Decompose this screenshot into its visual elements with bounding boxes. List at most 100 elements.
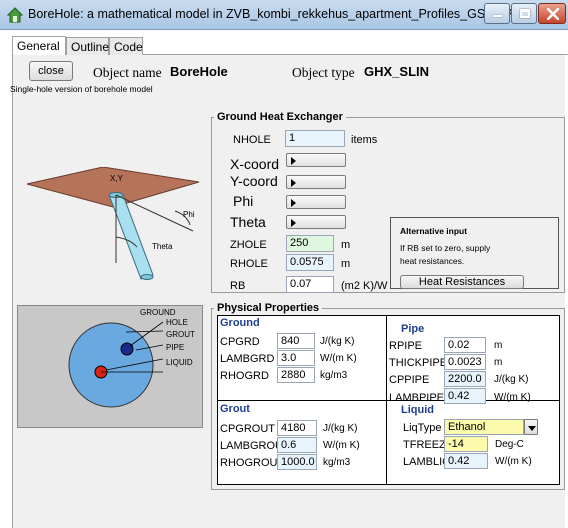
tab-general[interactable]: General bbox=[12, 36, 66, 55]
cpgrout-unit: J/(kg K) bbox=[323, 423, 358, 434]
cpgrd-label: CPGRD bbox=[220, 336, 260, 348]
maximize-icon bbox=[520, 9, 530, 18]
close-x-icon bbox=[547, 8, 559, 20]
close-button[interactable]: close bbox=[29, 61, 73, 81]
zhole-unit: m bbox=[341, 239, 351, 251]
general-panel: close Object name BoreHole Object type G… bbox=[10, 55, 565, 528]
borehole-illustration: X,Y Phi Theta bbox=[26, 167, 200, 280]
alt-input-title: Alternative input bbox=[400, 226, 468, 236]
rhogrout-field[interactable]: 1000.0 bbox=[277, 454, 317, 470]
rpipe-field[interactable]: 0.02 bbox=[444, 337, 486, 353]
maximize-button[interactable] bbox=[511, 3, 537, 24]
xcoord-label: X-coord bbox=[230, 156, 280, 172]
cpgrout-label: CPGROUT bbox=[220, 423, 275, 435]
lambgrd-field[interactable]: 3.0 bbox=[277, 350, 315, 366]
cpgrd-field[interactable]: 840 bbox=[277, 333, 315, 349]
hole-label: HOLE bbox=[166, 318, 188, 327]
rhole-unit: m bbox=[341, 258, 351, 270]
liquid-label: LIQUID bbox=[166, 358, 193, 367]
object-type-value: GHX_SLIN bbox=[364, 64, 430, 79]
cpgrd-unit: J/(kg K) bbox=[320, 336, 355, 347]
app-house-icon bbox=[7, 7, 23, 23]
liquid-title: Liquid bbox=[401, 404, 434, 416]
title-bar[interactable]: BoreHole: a mathematical model in ZVB_ko… bbox=[0, 0, 568, 30]
cross-section-diagram: GROUND HOLE GROUT PIPE LIQUID bbox=[17, 305, 203, 428]
rhole-field[interactable]: 0.0575 bbox=[286, 254, 334, 271]
zhole-field[interactable]: 250 bbox=[286, 235, 334, 252]
alt-input-text-2: heat resistances. bbox=[400, 256, 465, 266]
alt-input-text-1: If RB set to zero, supply bbox=[400, 243, 491, 253]
ghx-group-title: Ground Heat Exchanger bbox=[214, 111, 346, 123]
minimize-icon bbox=[493, 15, 502, 17]
theta-angle-label: Theta bbox=[152, 242, 173, 251]
play-arrow-icon bbox=[291, 157, 296, 165]
rb-unit: (m2 K)/W bbox=[341, 280, 388, 292]
rhogrout-unit: kg/m3 bbox=[323, 457, 351, 468]
rpipe-unit: m bbox=[494, 340, 503, 351]
rb-field[interactable]: 0.07 bbox=[286, 276, 334, 293]
rhole-label: RHOLE bbox=[230, 258, 268, 270]
liqtype-dropdown[interactable]: Ethanol bbox=[444, 419, 524, 435]
grout-title: Grout bbox=[220, 403, 250, 415]
play-arrow-icon bbox=[291, 219, 296, 227]
lambgrout-field[interactable]: 0.6 bbox=[277, 437, 317, 453]
liqtype-dropdown-button[interactable] bbox=[524, 419, 538, 435]
ycoord-label: Y-coord bbox=[230, 173, 278, 189]
tab-code[interactable]: Code bbox=[109, 37, 143, 55]
cppipe-field[interactable]: 2200.0 bbox=[444, 371, 486, 387]
object-name-value: BoreHole bbox=[170, 64, 228, 79]
window-close-button[interactable] bbox=[538, 3, 566, 24]
pipe-label: PIPE bbox=[166, 343, 185, 352]
rhogrd-unit: kg/m3 bbox=[320, 370, 348, 381]
cppipe-label: CPPIPE bbox=[389, 374, 430, 386]
object-type-label: Object type bbox=[292, 65, 355, 80]
theta-label: Theta bbox=[230, 214, 266, 230]
thickpipe-unit: m bbox=[494, 357, 503, 368]
window-title: BoreHole: a mathematical model in ZVB_ko… bbox=[28, 7, 533, 21]
tab-outline[interactable]: Outline bbox=[66, 37, 109, 55]
phi-selector[interactable] bbox=[286, 195, 346, 209]
nhole-label: NHOLE bbox=[233, 134, 271, 146]
lambpipe-unit: W/(m K) bbox=[494, 392, 531, 403]
liqtype-label: LiqType bbox=[403, 422, 442, 434]
ground-title: Ground bbox=[220, 317, 260, 329]
lambliq-unit: W/(m K) bbox=[495, 456, 532, 467]
lambpipe-label: LAMBPIPE bbox=[389, 392, 445, 404]
model-description: Single-hole version of borehole model bbox=[10, 84, 153, 94]
rpipe-label: RPIPE bbox=[389, 340, 423, 352]
nhole-unit: items bbox=[351, 134, 378, 146]
pipe-title: Pipe bbox=[401, 323, 425, 335]
zhole-label: ZHOLE bbox=[230, 239, 267, 251]
xcoord-selector[interactable] bbox=[286, 153, 346, 167]
chevron-down-icon bbox=[528, 426, 536, 431]
minimize-button[interactable] bbox=[484, 3, 510, 24]
thickpipe-label: THICKPIPE bbox=[389, 357, 448, 369]
tfreeze-field[interactable]: -14 bbox=[444, 436, 488, 452]
phi-angle-label: Phi bbox=[183, 210, 195, 219]
lambpipe-field[interactable]: 0.42 bbox=[444, 388, 486, 404]
rhogrd-field[interactable]: 2880 bbox=[277, 367, 315, 383]
tfreeze-unit: Deg-C bbox=[495, 439, 524, 450]
theta-selector[interactable] bbox=[286, 215, 346, 229]
lambgrd-label: LAMBGRD bbox=[220, 353, 275, 365]
xy-label: X,Y bbox=[110, 174, 124, 183]
tab-strip: General Outline Code bbox=[12, 36, 568, 55]
liqtype-value: Ethanol bbox=[448, 421, 486, 433]
ground-label: GROUND bbox=[140, 308, 176, 317]
phi-label: Phi bbox=[233, 193, 254, 209]
cpgrout-field[interactable]: 4180 bbox=[277, 420, 317, 436]
rhogrd-label: RHOGRD bbox=[220, 370, 269, 382]
physical-properties-title: Physical Properties bbox=[214, 302, 323, 314]
heat-resistances-button[interactable]: Heat Resistances bbox=[400, 275, 524, 289]
thickpipe-field[interactable]: 0.0023 bbox=[444, 354, 486, 370]
play-arrow-icon bbox=[291, 179, 296, 187]
ycoord-selector[interactable] bbox=[286, 175, 346, 189]
nhole-field[interactable]: 1 bbox=[285, 130, 345, 147]
lambgrout-unit: W/(m K) bbox=[323, 440, 360, 451]
rhogrout-label: RHOGROUT bbox=[220, 457, 285, 469]
rb-label: RB bbox=[230, 280, 246, 292]
lambgrd-unit: W/(m K) bbox=[320, 353, 357, 364]
lambliq-field[interactable]: 0.42 bbox=[444, 453, 488, 469]
cppipe-unit: J/(kg K) bbox=[494, 374, 529, 385]
play-arrow-icon bbox=[291, 199, 296, 207]
